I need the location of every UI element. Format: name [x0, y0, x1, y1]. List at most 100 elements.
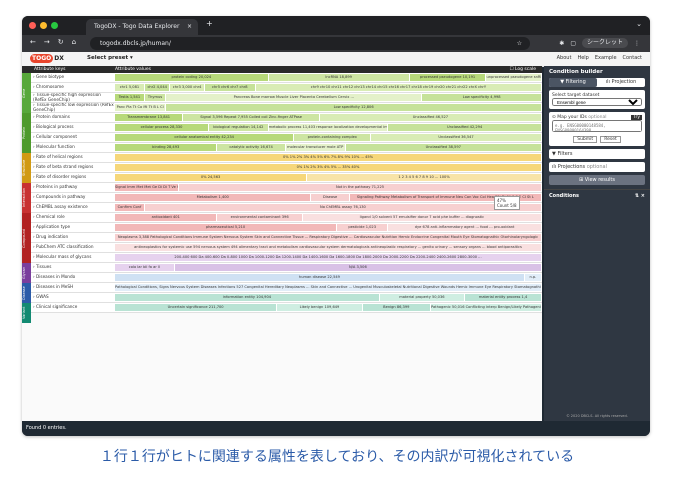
value-segment[interactable]: protein-containing complex	[294, 134, 372, 141]
view-results-button[interactable]: ⊞ View results	[549, 175, 645, 185]
attribute-row[interactable]: › Molecular mass of glycans 200-400 600 D…	[31, 253, 542, 263]
filtering-tab[interactable]: ▼ Filtering	[549, 78, 597, 87]
attribute-key-label[interactable]: › Compounds in pathway	[31, 193, 115, 202]
attribute-key-label[interactable]: › Chemical role	[31, 213, 115, 222]
extensions-icon[interactable]: ✱	[559, 40, 564, 47]
value-segment[interactable]: Testis 1,541	[115, 94, 145, 101]
value-segment[interactable]: antineoplastics for systemic use 594 ner…	[115, 244, 542, 251]
value-segment[interactable]: environmental contaminant 396	[217, 214, 303, 221]
value-segment[interactable]: Low specificity 4,998	[422, 94, 542, 101]
value-segment[interactable]: information entity 104,904	[115, 294, 380, 301]
attribute-row[interactable]: › ChEMBL assay existence Confirm Conf No C…	[31, 203, 542, 213]
value-segment[interactable]: protein coding 20,024	[115, 74, 269, 81]
attribute-key-label[interactable]: › Cellular component	[31, 133, 115, 142]
value-segment[interactable]: Low specificity 12,806	[166, 104, 542, 111]
value-segment[interactable]: Unclassified 38,597	[345, 144, 542, 151]
back-icon[interactable]: ←	[30, 38, 36, 46]
attribute-key-label[interactable]: › Rate of beta strand regions	[31, 163, 115, 172]
tab-search-icon[interactable]: ⌄	[636, 20, 642, 28]
value-segment[interactable]: Pancreas Bone marrow Muscle Liver Placen…	[166, 94, 423, 101]
attribute-key-label[interactable]: › Drug indication	[31, 233, 115, 242]
value-segment[interactable]: 0% 1% 2% 3% 4% 5% 6% 7% 8% 9% 10% ... 45…	[115, 154, 542, 161]
value-segment[interactable]: cellular process 28,330	[115, 124, 209, 131]
value-segment[interactable]: Unclassified 42,294	[388, 124, 542, 131]
value-segment[interactable]: processed pseudogene 10,191	[409, 74, 487, 81]
reload-icon[interactable]: ↻	[58, 38, 64, 46]
link-about[interactable]: About	[557, 55, 572, 61]
attribute-key-label[interactable]: › Protein domains	[31, 113, 115, 122]
link-help[interactable]: Help	[577, 55, 588, 61]
attribute-row[interactable]: › Chromosome chr1 5,081 chr2 4,044 chr3 3,0…	[31, 83, 542, 93]
attribute-row[interactable]: › Rate of disorder regions 0% 24,563 1 2 3…	[31, 173, 542, 183]
attribute-row[interactable]: › Rate of beta strand regions 0% 1% 2% 3%…	[31, 163, 542, 173]
preset-select[interactable]: Select preset ▾	[87, 55, 133, 61]
value-segment[interactable]: 1 2 3 4 5 6 7 8 9 10 ... 100%	[307, 174, 542, 181]
attribute-row[interactable]: › Clinical significance Uncertain signifi…	[31, 303, 542, 313]
value-segment[interactable]: chr1 5,081	[115, 84, 145, 91]
value-segment[interactable]: human disease 22,549	[115, 274, 525, 281]
value-segment[interactable]: dye 678 anti-inflammatory agent ... food…	[388, 224, 542, 231]
value-segment[interactable]: Signal Imm Met Met Ge Di Di T Ve V C C	[115, 184, 180, 191]
attribute-key-label[interactable]: › Molecular function	[31, 143, 115, 152]
attribute-key-label[interactable]: › Tissues	[31, 263, 115, 272]
new-tab-icon[interactable]: +	[206, 19, 213, 28]
value-segment[interactable]: molecular transducer mole ATP	[285, 144, 346, 151]
filters-section[interactable]: ▼ Filters	[549, 149, 645, 159]
value-segment[interactable]: No ChEMBL assay 76,130	[144, 204, 542, 211]
value-segment[interactable]: Thymus	[144, 94, 167, 101]
attribute-row[interactable]: › Drug indication Neoplasms 3,388 Patholo…	[31, 233, 542, 243]
reset-button[interactable]: Reset	[600, 136, 621, 143]
value-segment[interactable]: catalytic activity 16,674	[217, 144, 286, 151]
attribute-row[interactable]: › Tissues colo lar bli fa ar ll N/A 3,506	[31, 263, 542, 273]
attribute-key-label[interactable]: › PubChem ATC classification	[31, 243, 115, 252]
attribute-row[interactable]: › Chemical role antioxidant 401 environmen…	[31, 213, 542, 223]
incognito-profile[interactable]: シークレット	[581, 38, 628, 48]
value-segment[interactable]: Uncertain significance 211,700	[115, 304, 278, 311]
attribute-row[interactable]: › Molecular function binding 28,493 cataly…	[31, 143, 542, 153]
value-segment[interactable]: Transmembrane 13,841	[115, 114, 184, 121]
value-segment[interactable]: ligand 1/0 solvent 57 emulsifier donor 7…	[302, 214, 542, 221]
attribute-key-label[interactable]: › Tissue-specific high expression (RefEx…	[31, 93, 115, 102]
value-segment[interactable]: pharmaceutical 5,210	[115, 224, 338, 231]
attribute-key-label[interactable]: › Diseases in Mondo	[31, 273, 115, 282]
attribute-row[interactable]: › Proteins in pathway Signal Imm Met Met …	[31, 183, 542, 193]
attribute-row[interactable]: › Diseases in MeSH Pathological Condition…	[31, 283, 542, 293]
attribute-row[interactable]: › Application type pharmaceutical 5,210 pe…	[31, 223, 542, 233]
togodx-logo[interactable]: TOGO DX	[30, 54, 64, 63]
attribute-row[interactable]: › Rate of helical regions 0% 1% 2% 3% 4% …	[31, 153, 542, 163]
value-segment[interactable]: colo lar bli fa ar ll	[115, 264, 175, 271]
projections-section[interactable]: ılı Projections optional	[549, 162, 645, 172]
maximize-window-button[interactable]	[51, 22, 58, 29]
attribute-key-label[interactable]: › Tissue-specific low expression (RefEx …	[31, 103, 115, 112]
link-example[interactable]: Example	[595, 55, 617, 61]
attribute-key-label[interactable]: › Biological process	[31, 123, 115, 132]
attribute-key-label[interactable]: › ChEMBL assay existence	[31, 203, 115, 212]
value-segment[interactable]: metabolic process 11,403 response locali…	[268, 124, 389, 131]
value-segment[interactable]: material entity process 1,4	[465, 294, 542, 301]
attribute-row[interactable]: › Cellular component cellular anatomical …	[31, 133, 542, 143]
attribute-row[interactable]: › Tissue-specific high expression (RefEx…	[31, 93, 542, 103]
value-segment[interactable]: Confirm Conf	[115, 204, 145, 211]
attribute-row[interactable]: › Compounds in pathway Metabolism 1,400 Di…	[31, 193, 542, 203]
value-segment[interactable]: antioxidant 401	[115, 214, 218, 221]
attribute-key-label[interactable]: › Clinical significance	[31, 303, 115, 312]
value-segment[interactable]: chr3 3,000 chr4	[170, 84, 205, 91]
browser-tab[interactable]: TogoDX - Togo Data Explorer ×	[86, 19, 198, 35]
attribute-row[interactable]: › Gene biotype protein coding 20,024 lncRN…	[31, 73, 542, 83]
attribute-row[interactable]: › Tissue-specific low expression (RefEx …	[31, 103, 542, 113]
sidepanel-icon[interactable]: ▢	[570, 40, 576, 47]
value-segment[interactable]: Neoplasms 3,388 Pathological Conditions …	[115, 234, 542, 241]
value-segment[interactable]: cellular anatomical entity 42,234	[115, 134, 295, 141]
conditions-controls-icon[interactable]: ⇅ ×	[635, 193, 645, 199]
attribute-key-label[interactable]: › Molecular mass of glycans	[31, 253, 115, 262]
forward-icon[interactable]: →	[44, 38, 50, 46]
value-segment[interactable]: binding 28,493	[115, 144, 218, 151]
attribute-key-label[interactable]: › Diseases in MeSH	[31, 283, 115, 292]
value-segment[interactable]: Pathogenic 50,016 Conflicting interp Ben…	[430, 304, 542, 311]
attribute-row[interactable]: › GWAS information entity 104,904 material…	[31, 293, 542, 303]
value-segment[interactable]: biological regulation 14,142	[208, 124, 269, 131]
value-segment[interactable]: 200-400 600 Da 400-600 Da 0-800 1000 Da …	[115, 254, 542, 261]
value-segment[interactable]: chr9 chr10 chr11 chr12 chr13 chr14 chr15…	[255, 84, 542, 91]
attribute-key-label[interactable]: › Application type	[31, 223, 115, 232]
submit-button[interactable]: Submit	[573, 136, 598, 143]
